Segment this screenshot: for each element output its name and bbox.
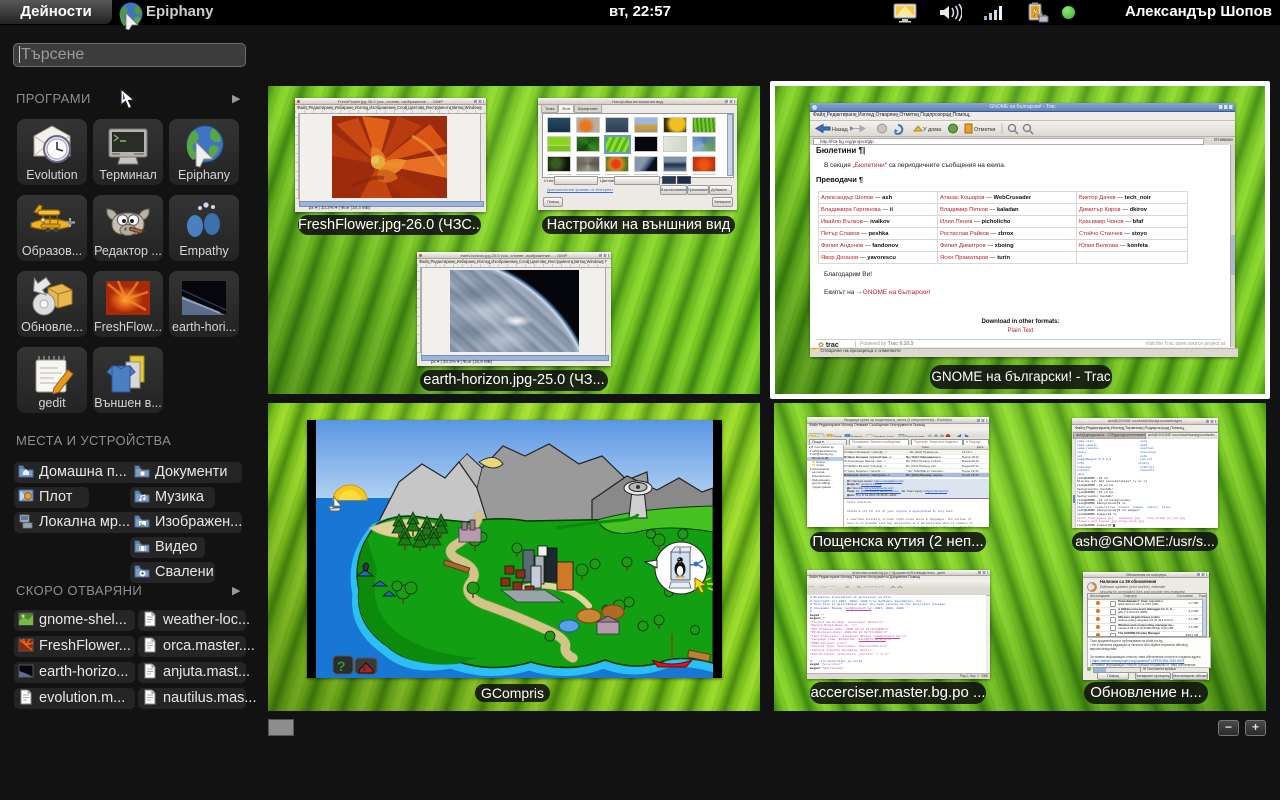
svg-text:?: ?: [337, 658, 346, 674]
svg-text:У дома: У дома: [923, 127, 942, 133]
svg-text:Отметки: Отметки: [974, 127, 995, 133]
svg-text:Назад: Назад: [832, 127, 849, 133]
